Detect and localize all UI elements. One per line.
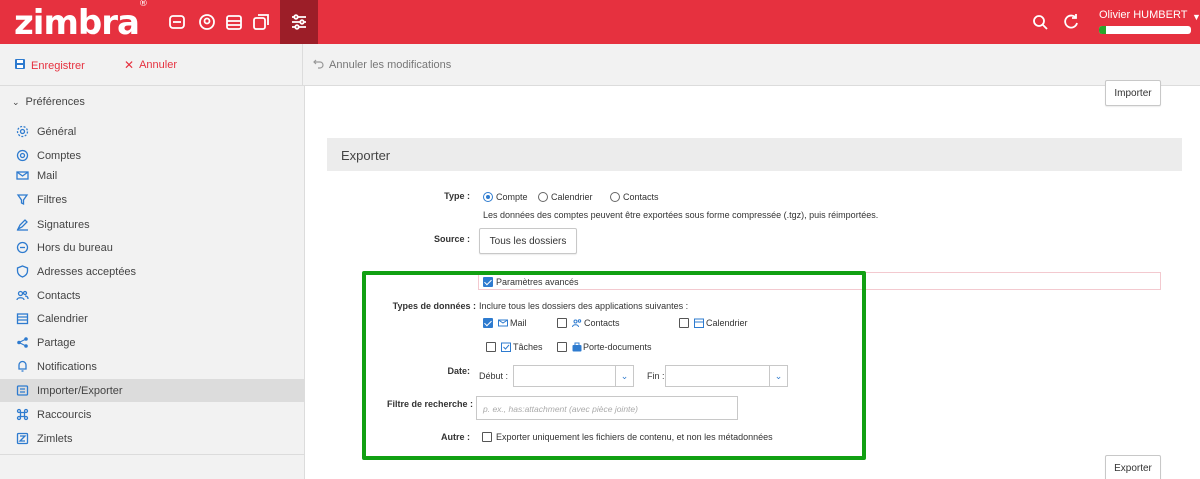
sidebar-item-notifications[interactable]: Notifications: [0, 355, 305, 378]
sidebar-item-label: Notifications: [37, 360, 97, 373]
bell-icon: [16, 360, 29, 373]
sidebar-item-label: Contacts: [37, 289, 81, 302]
sidebar-item-contacts[interactable]: Contacts: [0, 284, 305, 307]
sidebar-item-label: Importer/Exporter: [37, 384, 123, 397]
sidebar-item-out-of-office[interactable]: Hors du bureau: [0, 236, 305, 259]
sidebar-item-label: Comptes: [37, 149, 82, 162]
sidebar-item-mail[interactable]: Mail: [0, 164, 305, 187]
export-button[interactable]: Exporter: [1105, 455, 1161, 479]
shield-icon: [16, 265, 29, 278]
type-radio-contacts[interactable]: [610, 192, 620, 202]
sidebar-divider: [0, 454, 305, 455]
share-icon: [16, 336, 29, 349]
type-label: Type :: [444, 191, 470, 201]
import-button[interactable]: Importer: [1105, 80, 1161, 106]
sidebar-item-accepted-addresses[interactable]: Adresses acceptées: [0, 260, 305, 283]
type-option-contacts[interactable]: Contacts: [623, 192, 659, 202]
preferences-sidebar: ⌄ Préférences Général Comptes Mail Filtr…: [0, 86, 305, 479]
sidebar-item-label: Adresses acceptées: [37, 265, 137, 278]
sidebar-item-import-export[interactable]: Importer/Exporter: [0, 379, 305, 402]
search-icon[interactable]: [1029, 11, 1051, 33]
source-button-label: Tous les dossiers: [489, 235, 567, 247]
close-icon: ✕: [124, 58, 135, 72]
mail-icon[interactable]: [166, 11, 188, 33]
contacts-icon[interactable]: [196, 11, 218, 33]
toolbar: Enregistrer ✕ Annuler Annuler les modifi…: [0, 44, 1200, 86]
sidebar-item-label: Partage: [37, 336, 76, 349]
sidebar-item-label: Filtres: [37, 193, 67, 206]
sidebar-item-label: Mail: [37, 169, 58, 182]
top-bar: zimbra® Olivier HUMBERT ▼: [0, 0, 1200, 44]
gear-icon: [16, 125, 29, 138]
save-icon: [14, 58, 26, 73]
main-content: Importer Exporter Type : Compte Calendri…: [306, 80, 1200, 479]
sidebar-item-zimlets[interactable]: Zimlets: [0, 427, 305, 450]
zimbra-logo[interactable]: zimbra®: [14, 0, 148, 43]
sidebar-item-label: Calendrier: [37, 312, 88, 325]
import-export-icon: [16, 384, 29, 397]
export-button-label: Exporter: [1114, 462, 1152, 474]
save-label: Enregistrer: [31, 59, 85, 72]
chevron-down-icon[interactable]: ▼: [1192, 12, 1200, 22]
import-button-label: Importer: [1114, 87, 1152, 99]
preferences-header-label: Préférences: [25, 96, 85, 108]
sidebar-item-signatures[interactable]: Signatures: [0, 213, 305, 236]
sidebar-item-label: Signatures: [37, 218, 90, 231]
cancel-button[interactable]: ✕ Annuler: [124, 58, 177, 72]
zimlet-icon: [16, 432, 29, 445]
quota-bar: [1099, 26, 1191, 34]
undo-label: Annuler les modifications: [329, 59, 452, 71]
at-icon: [16, 149, 29, 162]
type-option-account[interactable]: Compte: [496, 192, 528, 202]
sidebar-item-label: Raccourcis: [37, 408, 92, 421]
filter-icon: [16, 193, 29, 206]
logo-text: zimbra: [14, 3, 140, 43]
sidebar-item-shortcuts[interactable]: Raccourcis: [0, 403, 305, 426]
type-description: Les données des comptes peuvent être exp…: [483, 210, 879, 220]
section-title: Exporter: [341, 148, 391, 163]
command-icon: [16, 408, 29, 421]
user-name[interactable]: Olivier HUMBERT: [1099, 9, 1187, 21]
type-radio-account[interactable]: [483, 192, 493, 202]
save-button[interactable]: Enregistrer: [14, 58, 85, 73]
cancel-label: Annuler: [139, 59, 177, 71]
sidebar-item-label: Hors du bureau: [37, 241, 113, 254]
undo-changes-button[interactable]: Annuler les modifications: [313, 58, 451, 72]
sidebar-item-label: Zimlets: [37, 432, 73, 445]
calendar-icon[interactable]: [223, 11, 245, 33]
quota-fill: [1099, 26, 1107, 34]
contacts-icon: [16, 289, 29, 302]
sidebar-item-filters[interactable]: Filtres: [0, 188, 305, 211]
sidebar-item-sharing[interactable]: Partage: [0, 331, 305, 354]
sidebar-item-general[interactable]: Général: [0, 120, 305, 143]
tasks-icon[interactable]: [250, 11, 272, 33]
export-section-header: Exporter: [327, 138, 1182, 171]
type-radio-calendar[interactable]: [538, 192, 548, 202]
mail-icon: [16, 169, 29, 182]
toolbar-divider: [302, 44, 303, 86]
source-button[interactable]: Tous les dossiers: [479, 228, 577, 254]
undo-icon: [313, 58, 324, 72]
sidebar-item-label: Général: [37, 125, 77, 138]
pen-icon: [16, 218, 29, 231]
source-label: Source :: [433, 234, 470, 244]
preferences-header[interactable]: ⌄ Préférences: [12, 96, 85, 108]
chevron-down-icon: ⌄: [12, 96, 20, 107]
preferences-icon[interactable]: [280, 0, 318, 44]
out-of-office-icon: [16, 241, 29, 254]
refresh-icon[interactable]: [1060, 11, 1082, 33]
highlight-box: [362, 271, 866, 460]
type-option-calendar[interactable]: Calendrier: [551, 192, 593, 202]
calendar-icon: [16, 312, 29, 325]
sidebar-item-calendar[interactable]: Calendrier: [0, 307, 305, 330]
